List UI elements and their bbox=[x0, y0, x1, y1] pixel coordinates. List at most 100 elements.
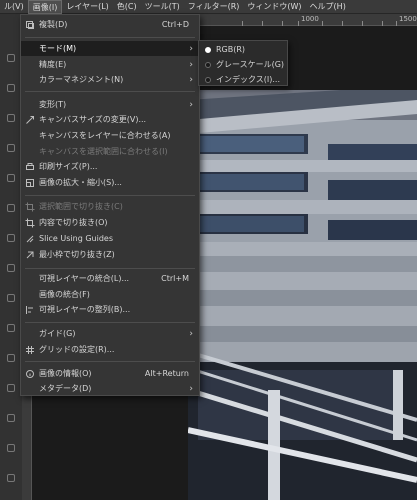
menu-item-crop-to-selection: 選択範囲で切り抜き(C) bbox=[21, 199, 199, 214]
tool-icon[interactable] bbox=[7, 114, 15, 122]
menu-item-merge-visible[interactable]: 可視レイヤーの統合(L)... Ctrl+M bbox=[21, 271, 199, 286]
metadata-label: メタデータ(D) bbox=[39, 384, 92, 393]
mode-indexed-label: インデックス(I)... bbox=[216, 75, 280, 84]
submenu-arrow-icon: › bbox=[189, 74, 193, 85]
scale-icon bbox=[25, 178, 35, 188]
tool-icon[interactable] bbox=[7, 354, 15, 362]
info-icon bbox=[25, 369, 35, 379]
radio-icon bbox=[205, 76, 211, 83]
menu-item-transform[interactable]: 変形(T) › bbox=[21, 97, 199, 112]
transform-label: 変形(T) bbox=[39, 100, 67, 109]
tool-icon[interactable] bbox=[7, 144, 15, 152]
mode-submenu: RGB(R) グレースケール(G) インデックス(I)... bbox=[198, 40, 288, 86]
configure-grid-label: グリッドの設定(R)... bbox=[39, 345, 115, 354]
menu-separator bbox=[25, 37, 195, 38]
flatten-label: 画像の統合(F) bbox=[39, 290, 90, 299]
tool-icon[interactable] bbox=[7, 474, 15, 482]
radio-selected-icon bbox=[205, 46, 211, 53]
menu-item-canvas-size[interactable]: キャンバスサイズの変更(V)... bbox=[21, 112, 199, 127]
crop-icon bbox=[25, 218, 35, 228]
tool-icon[interactable] bbox=[7, 414, 15, 422]
menu-item-image-properties[interactable]: 画像の情報(O) Alt+Return bbox=[21, 366, 199, 381]
menu-item-print-size[interactable]: 印刷サイズ(P)... bbox=[21, 159, 199, 174]
mode-rgb-label: RGB(R) bbox=[216, 45, 246, 54]
slice-icon bbox=[25, 234, 35, 244]
submenu-arrow-icon: › bbox=[189, 383, 193, 394]
submenu-arrow-icon: › bbox=[189, 99, 193, 110]
align-icon bbox=[25, 305, 35, 315]
menu-layer[interactable]: レイヤー(L) bbox=[62, 0, 112, 14]
mode-option-indexed[interactable]: インデックス(I)... bbox=[199, 72, 287, 87]
tool-icon[interactable] bbox=[7, 264, 15, 272]
ruler-label-1000: 1000 bbox=[301, 15, 319, 23]
menu-separator bbox=[25, 322, 195, 323]
menu-filters[interactable]: フィルター(R) bbox=[184, 0, 244, 14]
zealous-crop-icon bbox=[25, 250, 35, 260]
menu-view[interactable]: ル(V) bbox=[0, 0, 28, 14]
tool-icon[interactable] bbox=[7, 54, 15, 62]
menu-windows[interactable]: ウィンドウ(W) bbox=[243, 0, 305, 14]
toolbox-strip bbox=[0, 14, 22, 500]
merge-visible-shortcut: Ctrl+M bbox=[161, 274, 189, 283]
crop-to-selection-label: 選択範囲で切り抜き(C) bbox=[39, 202, 123, 211]
menu-item-fit-canvas-selection: キャンバスを選択範囲に合わせる(I) bbox=[21, 144, 199, 159]
canvas-size-icon bbox=[25, 115, 35, 125]
menu-item-precision[interactable]: 精度(E) › bbox=[21, 57, 199, 72]
menu-item-mode[interactable]: モード(M) › bbox=[21, 41, 199, 56]
align-visible-label: 可視レイヤーの整列(B)... bbox=[39, 305, 131, 314]
print-size-label: 印刷サイズ(P)... bbox=[39, 162, 98, 171]
image-properties-label: 画像の情報(O) bbox=[39, 369, 92, 378]
tool-icon[interactable] bbox=[7, 384, 15, 392]
zealous-crop-label: 最小枠で切り抜き(Z) bbox=[39, 250, 115, 259]
menu-item-slice-using-guides[interactable]: Slice Using Guides bbox=[21, 231, 199, 246]
menu-item-configure-grid[interactable]: グリッドの設定(R)... bbox=[21, 342, 199, 357]
menu-help[interactable]: ヘルプ(H) bbox=[306, 0, 350, 14]
menu-item-guides[interactable]: ガイド(G) › bbox=[21, 326, 199, 341]
submenu-arrow-icon: › bbox=[189, 59, 193, 70]
mode-option-grayscale[interactable]: グレースケール(G) bbox=[199, 57, 287, 72]
menu-separator bbox=[25, 195, 195, 196]
menu-item-crop-to-content[interactable]: 内容で切り抜き(O) bbox=[21, 215, 199, 230]
menu-colors[interactable]: 色(C) bbox=[113, 0, 141, 14]
tool-icon[interactable] bbox=[7, 234, 15, 242]
menu-item-metadata[interactable]: メタデータ(D) › bbox=[21, 381, 199, 396]
menu-separator bbox=[25, 268, 195, 269]
duplicate-icon bbox=[25, 20, 35, 30]
crop-icon bbox=[25, 202, 35, 212]
fit-canvas-layers-label: キャンバスをレイヤーに合わせる(A) bbox=[39, 131, 171, 140]
color-management-label: カラーマネジメント(N) bbox=[39, 75, 124, 84]
radio-icon bbox=[205, 61, 211, 68]
tool-icon[interactable] bbox=[7, 174, 15, 182]
duplicate-label: 複製(D) bbox=[39, 20, 68, 29]
grid-icon bbox=[25, 345, 35, 355]
image-menu: 複製(D) Ctrl+D モード(M) › 精度(E) › カラーマネジメント(… bbox=[20, 14, 200, 396]
menu-item-duplicate[interactable]: 複製(D) Ctrl+D bbox=[21, 17, 199, 32]
tool-icon[interactable] bbox=[7, 294, 15, 302]
mode-option-rgb[interactable]: RGB(R) bbox=[199, 42, 287, 57]
menu-separator bbox=[25, 91, 195, 92]
menu-item-color-management[interactable]: カラーマネジメント(N) › bbox=[21, 72, 199, 87]
tool-icon[interactable] bbox=[7, 204, 15, 212]
menu-tools[interactable]: ツール(T) bbox=[141, 0, 184, 14]
guides-label: ガイド(G) bbox=[39, 329, 76, 338]
menubar: ル(V) 画像(I) レイヤー(L) 色(C) ツール(T) フィルター(R) … bbox=[0, 0, 417, 14]
menu-item-align-visible[interactable]: 可視レイヤーの整列(B)... bbox=[21, 302, 199, 317]
duplicate-shortcut: Ctrl+D bbox=[161, 20, 189, 29]
tool-icon[interactable] bbox=[7, 324, 15, 332]
submenu-arrow-icon: › bbox=[189, 43, 193, 54]
canvas-size-label: キャンバスサイズの変更(V)... bbox=[39, 115, 147, 124]
menu-item-scale-image[interactable]: 画像の拡大・縮小(S)... bbox=[21, 175, 199, 190]
menu-separator bbox=[25, 361, 195, 362]
menu-item-fit-canvas-layers[interactable]: キャンバスをレイヤーに合わせる(A) bbox=[21, 128, 199, 143]
building-photo bbox=[188, 90, 417, 500]
merge-visible-label: 可視レイヤーの統合(L)... bbox=[39, 274, 130, 283]
tool-icon[interactable] bbox=[7, 84, 15, 92]
ruler-label-1500: 1500 bbox=[399, 15, 417, 23]
slice-using-guides-label: Slice Using Guides bbox=[39, 234, 113, 243]
menu-item-zealous-crop[interactable]: 最小枠で切り抜き(Z) bbox=[21, 247, 199, 262]
tool-icon[interactable] bbox=[7, 444, 15, 452]
menu-item-flatten[interactable]: 画像の統合(F) bbox=[21, 287, 199, 302]
menu-image[interactable]: 画像(I) bbox=[27, 0, 63, 14]
precision-label: 精度(E) bbox=[39, 60, 67, 69]
image-properties-shortcut: Alt+Return bbox=[144, 369, 189, 378]
